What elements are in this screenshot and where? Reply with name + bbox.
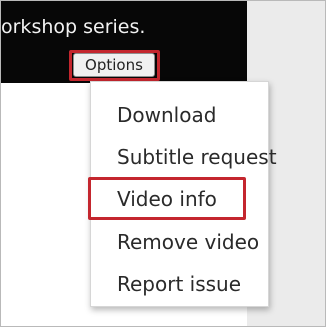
menu-item-report-issue[interactable]: Report issue	[117, 272, 241, 296]
menu-item-download[interactable]: Download	[117, 103, 216, 127]
options-button-label: Options	[85, 56, 143, 74]
menu-item-remove-video[interactable]: Remove video	[117, 230, 259, 254]
options-button[interactable]: Options	[73, 53, 155, 77]
screenshot-frame: orkshop series. Options Download Subtitl…	[0, 0, 326, 327]
menu-item-video-info[interactable]: Video info	[117, 187, 217, 211]
menu-item-subtitle-request[interactable]: Subtitle request	[117, 145, 277, 169]
options-dropdown-menu: Download Subtitle request Video info Rem…	[90, 81, 277, 307]
video-title: orkshop series.	[1, 16, 146, 38]
